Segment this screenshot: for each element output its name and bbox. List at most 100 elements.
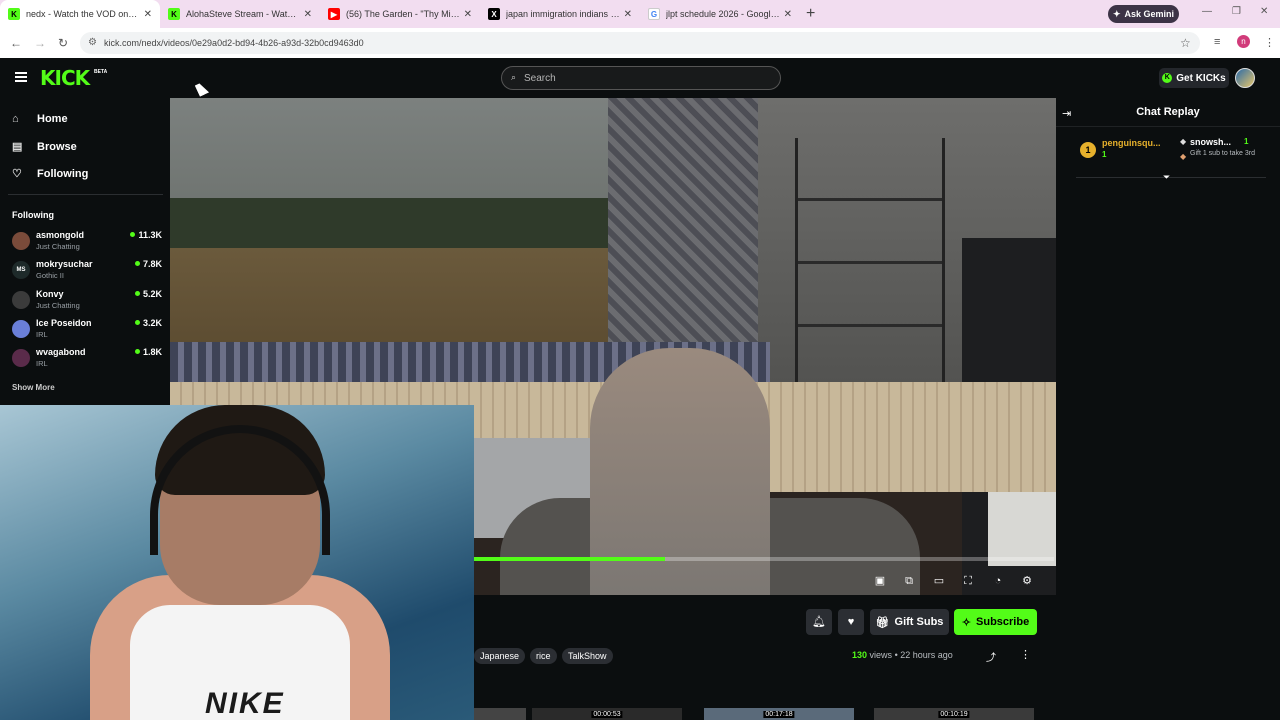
x-favicon-icon: X bbox=[488, 8, 500, 20]
expand-pinned-icon[interactable]: ⏷ bbox=[1163, 172, 1170, 183]
browser-tab[interactable]: X japan immigration indians - Se ✕ bbox=[480, 0, 640, 28]
video-progress-fill bbox=[474, 557, 666, 561]
menu-icon[interactable] bbox=[15, 72, 27, 82]
gift-subs-button[interactable]: 🎁︎ Gift Subs bbox=[870, 609, 949, 635]
share-icon[interactable]: ⤴ bbox=[986, 649, 996, 664]
video-thumbnail[interactable]: 00:00:53 bbox=[532, 708, 682, 720]
new-tab-icon[interactable]: + bbox=[806, 5, 815, 23]
thumbnail-duration: 00:17:18 bbox=[763, 711, 795, 718]
site-info-icon[interactable]: ⚙ bbox=[88, 37, 97, 48]
close-tab-icon[interactable]: ✕ bbox=[304, 9, 312, 20]
video-frame-trees bbox=[170, 198, 610, 248]
video-thumbnail[interactable]: 00:17:18 bbox=[704, 708, 854, 720]
theater-mode-icon[interactable]: ▭ bbox=[932, 574, 946, 588]
leaderboard-username[interactable]: snowsh... bbox=[1190, 137, 1231, 147]
maximize-icon[interactable]: ❐ bbox=[1232, 6, 1241, 17]
gift-prompt: Gift 1 sub to take 3rd bbox=[1190, 150, 1255, 157]
tag-chip[interactable]: TalkShow bbox=[562, 648, 613, 664]
browser-tab[interactable]: G jlpt schedule 2026 - Google Se ✕ bbox=[640, 0, 800, 28]
subscribe-label: Subscribe bbox=[976, 616, 1030, 628]
pip-icon[interactable]: ▣ bbox=[873, 574, 887, 588]
fullscreen-icon[interactable]: ⛶ bbox=[961, 574, 975, 588]
forward-icon[interactable]: → bbox=[34, 36, 46, 50]
sidebar-item-home[interactable]: ⌂ Home bbox=[12, 113, 68, 125]
search-input[interactable]: ⌕ Search bbox=[501, 66, 781, 90]
sidebar-item-label: Browse bbox=[37, 140, 77, 153]
video-frame-wallpaper bbox=[608, 98, 758, 353]
close-tab-icon[interactable]: ✕ bbox=[144, 9, 152, 20]
kick-favicon-icon: K bbox=[8, 8, 20, 20]
video-meta: 130 views • 22 hours ago bbox=[852, 650, 953, 660]
settings-gear-icon[interactable]: ⚙ bbox=[1020, 574, 1034, 588]
tag-chip[interactable]: rice bbox=[530, 648, 557, 664]
notification-bell-button[interactable]: 🔔︎ bbox=[806, 609, 832, 635]
tab-title: AlohaSteve Stream - Watch Live bbox=[186, 9, 300, 19]
views-label: views bbox=[869, 650, 893, 660]
live-dot-icon bbox=[130, 232, 136, 237]
leaderboard-count: 1 bbox=[1244, 137, 1249, 146]
more-options-icon[interactable]: ⋮ bbox=[1020, 648, 1031, 661]
rank-badge: 1 bbox=[1080, 142, 1096, 158]
tag-chip[interactable]: Japanese bbox=[474, 648, 526, 664]
live-dot-icon bbox=[134, 349, 140, 354]
kicks-coin-icon: K bbox=[1162, 73, 1173, 83]
thumbnail-duration: 00:10:19 bbox=[938, 711, 970, 718]
related-videos-strip: 00:00:53 00:17:18 00:10:19 bbox=[474, 708, 1056, 720]
clip-icon[interactable]: ⧉ bbox=[902, 574, 916, 588]
youtube-favicon-icon: ▶ bbox=[328, 8, 340, 20]
url-text: kick.com/nedx/videos/0e29a0d2-bd94-4b26-… bbox=[104, 38, 364, 48]
leaderboard-username[interactable]: penguinsqu... bbox=[1102, 138, 1182, 148]
show-more-link[interactable]: Show More bbox=[12, 383, 55, 392]
kick-logo[interactable]: KICK bbox=[40, 66, 90, 90]
url-field[interactable]: ⚙ kick.com/nedx/videos/0e29a0d2-bd94-4b2… bbox=[80, 32, 1200, 54]
close-window-icon[interactable]: ✕ bbox=[1260, 6, 1268, 17]
get-kicks-button[interactable]: K Get KICKs bbox=[1159, 68, 1229, 88]
media-controls-icon[interactable]: ≡ bbox=[1214, 36, 1220, 48]
playback-speed-icon[interactable]: ◔ bbox=[991, 574, 1005, 588]
avatar bbox=[12, 232, 30, 250]
browser-tab[interactable]: K nedx - Watch the VOD on Kick ✕ bbox=[0, 0, 160, 28]
reload-icon[interactable]: ↻ bbox=[58, 36, 68, 50]
close-tab-icon[interactable]: ✕ bbox=[464, 9, 472, 20]
channel-name: mokrysuchar bbox=[36, 259, 93, 269]
sidebar-item-browse[interactable]: ▤ Browse bbox=[12, 140, 77, 154]
thumbnail-duration: 00:00:53 bbox=[591, 711, 623, 718]
followed-channel[interactable]: wvagabond IRL 1.8K bbox=[12, 347, 162, 373]
leaderboard-count: 1 bbox=[1102, 150, 1107, 159]
subscribe-button[interactable]: ✧ Subscribe bbox=[954, 609, 1037, 635]
sidebar-item-label: Home bbox=[37, 113, 68, 125]
beta-badge: BETA bbox=[94, 69, 108, 75]
profile-avatar-icon[interactable]: n bbox=[1237, 35, 1250, 48]
browser-tab[interactable]: K AlohaSteve Stream - Watch Live ✕ bbox=[160, 0, 320, 28]
followed-channel[interactable]: MS mokrysuchar Gothic II 7.8K bbox=[12, 259, 162, 285]
video-thumbnail[interactable] bbox=[474, 708, 526, 720]
followed-channel[interactable]: Ice Poseidon IRL 3.2K bbox=[12, 318, 162, 344]
bookmark-star-icon[interactable]: ☆ bbox=[1180, 36, 1191, 50]
close-tab-icon[interactable]: ✕ bbox=[624, 9, 632, 20]
video-thumbnail[interactable]: 00:10:19 bbox=[874, 708, 1034, 720]
browser-menu-icon[interactable]: ⋮ bbox=[1264, 36, 1275, 49]
video-progress-bar[interactable] bbox=[474, 557, 1054, 561]
followed-channel[interactable]: asmongold Just Chatting 11.3K bbox=[12, 230, 162, 256]
follow-heart-button[interactable]: ♥ bbox=[838, 609, 864, 635]
search-icon: ⌕ bbox=[511, 72, 517, 82]
minimize-icon[interactable]: — bbox=[1202, 6, 1212, 17]
channel-name: Ice Poseidon bbox=[36, 318, 92, 328]
meta-separator: • bbox=[894, 650, 898, 660]
browser-tab-bar: K nedx - Watch the VOD on Kick ✕ K Aloha… bbox=[0, 0, 1280, 28]
channel-name: wvagabond bbox=[36, 347, 86, 357]
ask-gemini-button[interactable]: ✦ Ask Gemini bbox=[1108, 5, 1179, 23]
avatar bbox=[12, 291, 30, 309]
sidebar-item-following[interactable]: ♡ Following bbox=[12, 167, 88, 181]
pinned-gift-leaderboard: 1 penguinsqu... 1 ◆ snowsh... 1 ◆ Gift 1… bbox=[1076, 132, 1266, 178]
live-dot-icon bbox=[134, 320, 140, 325]
close-tab-icon[interactable]: ✕ bbox=[784, 9, 792, 20]
search-placeholder: Search bbox=[524, 72, 556, 84]
browser-tab[interactable]: ▶ (56) The Garden - "Thy Mission" ✕ bbox=[320, 0, 480, 28]
back-icon[interactable]: ← bbox=[10, 36, 22, 50]
user-avatar[interactable] bbox=[1235, 68, 1255, 88]
followed-channel[interactable]: Konvy Just Chatting 5.2K bbox=[12, 289, 162, 315]
chat-title: Chat Replay bbox=[1136, 106, 1200, 118]
collapse-chat-icon[interactable]: ⇥ bbox=[1062, 107, 1071, 120]
gemini-icon: ✦ bbox=[1112, 8, 1121, 19]
